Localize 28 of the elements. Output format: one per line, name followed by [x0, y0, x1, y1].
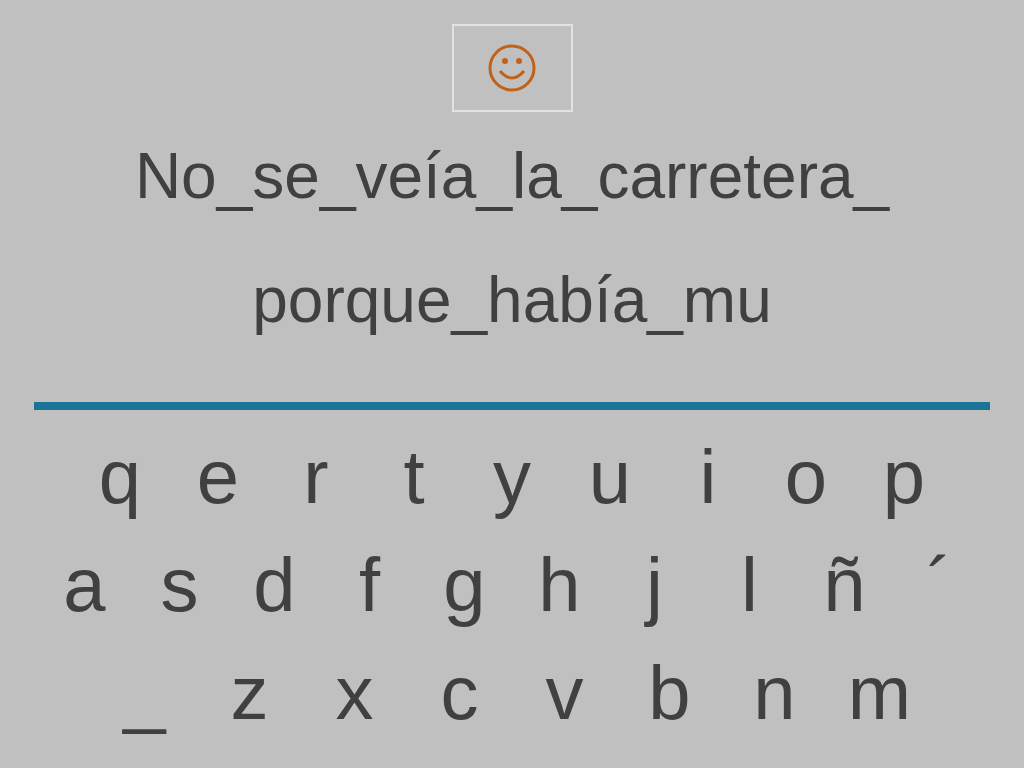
letter-key[interactable]: b [617, 648, 722, 738]
letter-key[interactable]: d [227, 540, 322, 630]
letter-key[interactable]: e [169, 432, 267, 522]
letter-key[interactable]: p [855, 432, 953, 522]
letter-key[interactable]: m [827, 648, 932, 738]
letter-key[interactable]: ñ [797, 540, 892, 630]
letter-key[interactable]: c [407, 648, 512, 738]
letter-key[interactable]: x [302, 648, 407, 738]
letter-key[interactable]: q [71, 432, 169, 522]
letter-key[interactable]: _ [92, 648, 197, 738]
letter-key[interactable]: i [659, 432, 757, 522]
smiley-icon [487, 43, 537, 93]
letter-key[interactable]: j [607, 540, 702, 630]
letter-key[interactable]: z [197, 648, 302, 738]
letter-key[interactable]: u [561, 432, 659, 522]
letter-key[interactable]: n [722, 648, 827, 738]
letter-key[interactable]: t [365, 432, 463, 522]
letter-key[interactable]: a [37, 540, 132, 630]
letter-key[interactable]: y [463, 432, 561, 522]
letter-key[interactable]: o [757, 432, 855, 522]
letter-key[interactable]: v [512, 648, 617, 738]
letter-key[interactable]: ´ [892, 540, 987, 630]
letter-key[interactable]: f [322, 540, 417, 630]
letter-key[interactable]: s [132, 540, 227, 630]
letter-key[interactable]: h [512, 540, 607, 630]
letter-key[interactable]: g [417, 540, 512, 630]
letter-key[interactable]: r [267, 432, 365, 522]
letter-key[interactable]: l [702, 540, 797, 630]
